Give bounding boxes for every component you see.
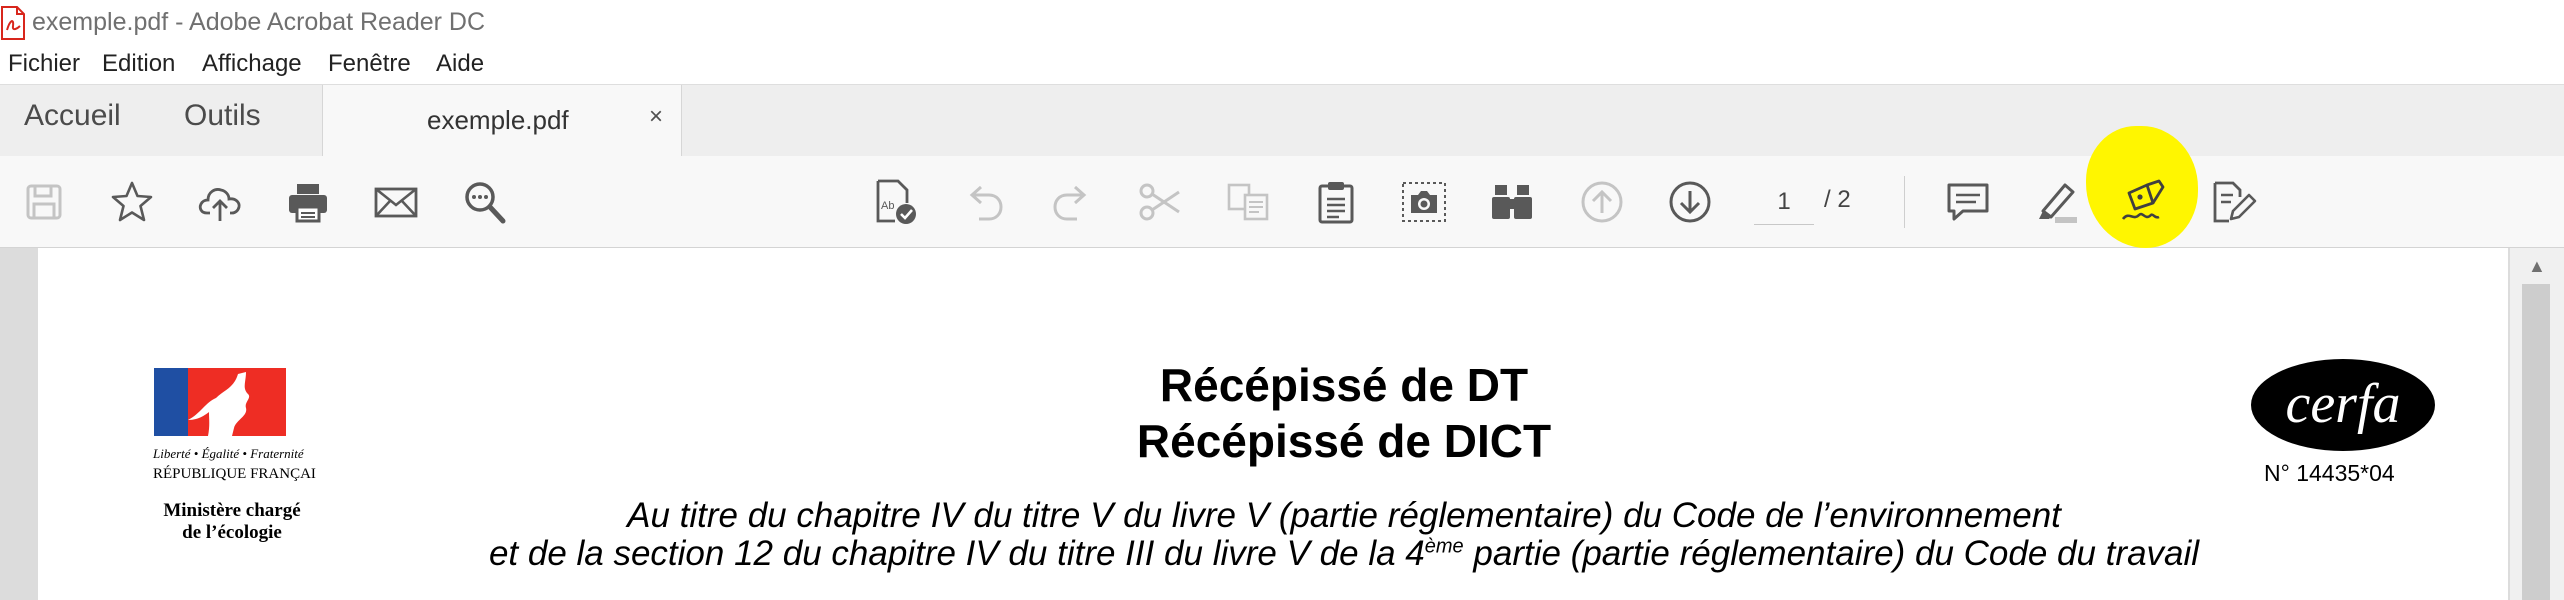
vertical-scrollbar[interactable]: ▲: [2510, 248, 2564, 600]
title-bar: exemple.pdf - Adobe Acrobat Reader DC: [0, 0, 2564, 48]
edit-pdf-text-button[interactable]: Ab: [866, 174, 922, 230]
redo-icon: [1053, 185, 1087, 221]
highlighter-icon: [2039, 183, 2077, 223]
compare-button[interactable]: [1484, 174, 1540, 230]
tab-accueil[interactable]: Accueil: [24, 99, 121, 133]
tab-outils[interactable]: Outils: [184, 99, 261, 133]
menu-fichier[interactable]: Fichier: [8, 50, 80, 78]
cerfa-word: cerfa: [2285, 373, 2400, 435]
cloud-upload-icon: [198, 188, 241, 221]
window-title: exemple.pdf - Adobe Acrobat Reader DC: [32, 8, 486, 36]
svg-text:Ab: Ab: [881, 200, 894, 212]
liberte-text: Liberté • Égalité • Fraternité: [152, 446, 305, 461]
scissors-icon: [1139, 183, 1180, 221]
doc-subtitle-line1: Au titre du chapitre IV du titre V du li…: [627, 496, 2061, 535]
upload-button[interactable]: [192, 174, 248, 230]
doc-subtitle-line2-b: partie (partie réglementaire) du Code du…: [1463, 534, 2200, 573]
doc-title-dict: Récépissé de DICT: [1136, 415, 1552, 467]
doc-subtitle-superscript: ème: [1424, 535, 1464, 558]
page-total: / 2: [1824, 186, 1851, 213]
marianne-logo: Liberté • Égalité • Fraternité RÉPUBLIQU…: [152, 368, 316, 543]
search-button[interactable]: [456, 174, 512, 230]
cut-button[interactable]: [1132, 174, 1188, 230]
star-icon: [111, 181, 153, 222]
menu-fenetre[interactable]: Fenêtre: [328, 50, 411, 78]
cerfa-number: N° 14435*04: [2264, 460, 2395, 486]
fill-sign-icon: [2213, 181, 2257, 223]
tab-document[interactable]: exemple.pdf ×: [322, 85, 682, 157]
menu-affichage[interactable]: Affichage: [202, 50, 302, 78]
ministere-line2: de l’écologie: [182, 522, 282, 543]
toolbar-separator: [1904, 176, 1905, 228]
document-viewer[interactable]: Liberté • Égalité • Fraternité RÉPUBLIQU…: [0, 248, 2564, 600]
fill-and-sign-button[interactable]: [2204, 174, 2260, 230]
menu-bar: Fichier Edition Affichage Fenêtre Aide: [0, 48, 2564, 84]
undo-icon: [969, 185, 1003, 221]
search-icon: [465, 182, 506, 224]
clipboard-icon: [1318, 182, 1354, 224]
ministere-line1: Ministère chargé: [163, 500, 300, 521]
undo-button[interactable]: [956, 174, 1012, 230]
copy-text-icon: [1227, 183, 1269, 221]
redo-button[interactable]: [1044, 174, 1100, 230]
pdf-page: Liberté • Égalité • Fraternité RÉPUBLIQU…: [38, 248, 2508, 600]
close-tab-icon[interactable]: ×: [649, 103, 663, 131]
scroll-thumb[interactable]: [2522, 284, 2550, 600]
next-page-button[interactable]: [1662, 174, 1718, 230]
camera-icon: [1402, 182, 1446, 222]
comment-icon: [1947, 183, 1989, 221]
envelope-icon: [374, 187, 418, 218]
doc-subtitle-line2: et de la section 12 du chapitre IV du ti…: [489, 534, 2199, 574]
bookmark-button[interactable]: [104, 174, 160, 230]
doc-subtitle-line2-a: et de la section 12 du chapitre IV du ti…: [488, 534, 1425, 573]
fountain-pen-sign-icon: [2121, 179, 2165, 220]
tab-document-label: exemple.pdf: [427, 105, 569, 135]
paste-button[interactable]: [1308, 174, 1364, 230]
binoculars-icon: [1492, 185, 1532, 219]
doc-title-dt: Récépissé de DT: [1159, 359, 1529, 411]
toolbar: Ab / 2: [0, 126, 2564, 248]
email-button[interactable]: [368, 174, 424, 230]
pdf-file-icon: [0, 6, 26, 40]
arrow-up-circle-icon: [1581, 181, 1623, 223]
sign-button[interactable]: [2116, 174, 2172, 230]
snapshot-button[interactable]: [1396, 174, 1452, 230]
scroll-up-icon[interactable]: ▲: [2528, 256, 2546, 277]
republique-text: RÉPUBLIQUE FRANÇAISE: [153, 465, 316, 482]
print-button[interactable]: [280, 174, 336, 230]
save-icon: [26, 184, 62, 220]
save-button[interactable]: [16, 174, 72, 230]
menu-edition[interactable]: Edition: [102, 50, 175, 78]
menu-aide[interactable]: Aide: [436, 50, 484, 78]
highlight-button[interactable]: [2028, 174, 2084, 230]
printer-icon: [289, 184, 327, 223]
page-number-input[interactable]: [1754, 180, 1814, 225]
arrow-down-circle-icon: [1669, 181, 1711, 223]
cerfa-logo: cerfa: [2251, 359, 2435, 451]
copy-button[interactable]: [1220, 174, 1276, 230]
document-check-icon: Ab: [876, 179, 916, 224]
comment-button[interactable]: [1940, 174, 1996, 230]
previous-page-button[interactable]: [1574, 174, 1630, 230]
